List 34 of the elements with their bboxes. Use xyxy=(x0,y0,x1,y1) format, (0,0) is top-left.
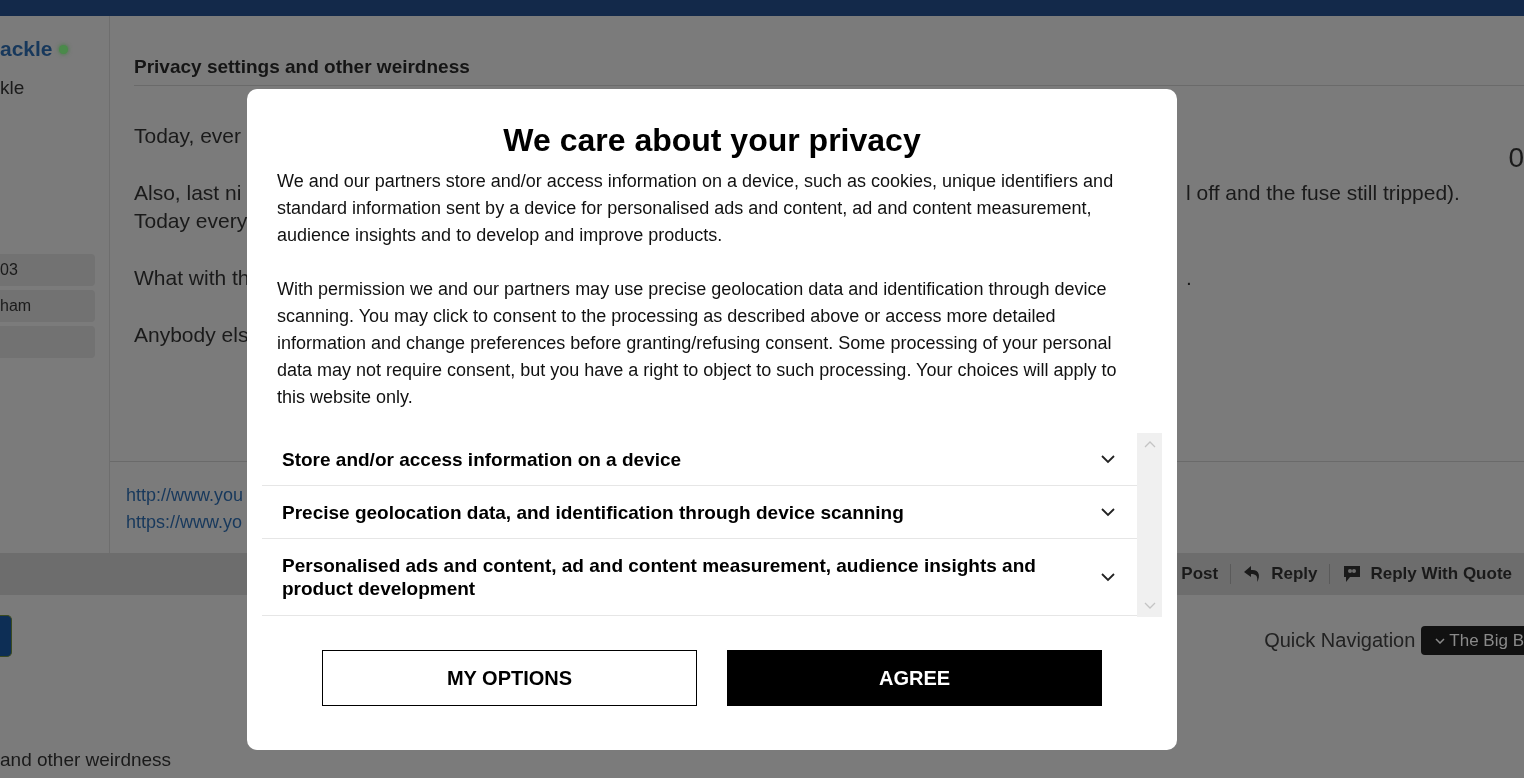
quote-bubble-icon xyxy=(1342,565,1363,583)
dialog-title: We care about your privacy xyxy=(502,121,922,160)
post-text: Today, ever xyxy=(134,123,241,149)
post-action-link[interactable]: Post xyxy=(1181,564,1231,584)
scroll-up-icon[interactable] xyxy=(1143,441,1156,448)
user-title: kle xyxy=(0,77,26,99)
post-number: 0 xyxy=(1508,142,1524,174)
scrollbar[interactable] xyxy=(1137,433,1162,617)
user-info-field: 03 xyxy=(0,254,95,286)
signature-link[interactable]: http://www.you xyxy=(126,485,244,505)
post-action-link[interactable]: Reply xyxy=(1230,564,1330,584)
reply-button[interactable] xyxy=(0,615,12,657)
post-text: l off and the fuse still tripped). xyxy=(1186,180,1460,206)
scroll-down-icon[interactable] xyxy=(1143,602,1156,609)
post-text: Today every xyxy=(134,208,248,234)
consent-text: With permission we and our partners may use precise geolocation data and identification through device scanning. You may click to consent to the processing as described above or access more detailed information and change preferences before granting/refusing consent. Some processing of your personal data may not require consent, but you have a right to object to such processing. Your choices will apply to this website only. xyxy=(277,278,1118,409)
forum-dropdown[interactable]: The Big B xyxy=(1421,626,1524,655)
post-text: Anybody els xyxy=(134,322,249,348)
post-action-link[interactable]: Reply With Quote xyxy=(1329,564,1524,584)
consent-text: We and our partners store and/or access information on a device, such as cookies, unique identifiers and standard information sent by a device for personalised ads and content, ad and content measurement, audience insights and to develop and improve products. xyxy=(277,170,1115,247)
signature-link[interactable]: https://www.yo xyxy=(126,512,243,532)
caret-icon xyxy=(1435,637,1446,644)
options-button[interactable]: MY OPTIONS xyxy=(322,650,697,706)
purpose-item[interactable]: Precise geolocation data, and identification through device scanning xyxy=(262,486,1137,539)
purpose-item[interactable]: Store and/or access information on a device xyxy=(262,433,1137,486)
agree-button[interactable]: AGREE xyxy=(727,650,1102,706)
user-info-field: ham xyxy=(0,290,95,322)
username-link[interactable]: ackle xyxy=(0,37,53,61)
post-text: . xyxy=(1186,265,1192,291)
post-title: Privacy settings and other weirdness xyxy=(134,56,1524,86)
quick-navigation-label: Quick Navigation xyxy=(1264,629,1416,652)
post-text: Also, last ni xyxy=(134,180,242,206)
purpose-item[interactable]: Personalised ads and content, ad and content measurement, audience insights and product development xyxy=(262,539,1137,616)
thread-title: and other weirdness xyxy=(0,749,172,771)
